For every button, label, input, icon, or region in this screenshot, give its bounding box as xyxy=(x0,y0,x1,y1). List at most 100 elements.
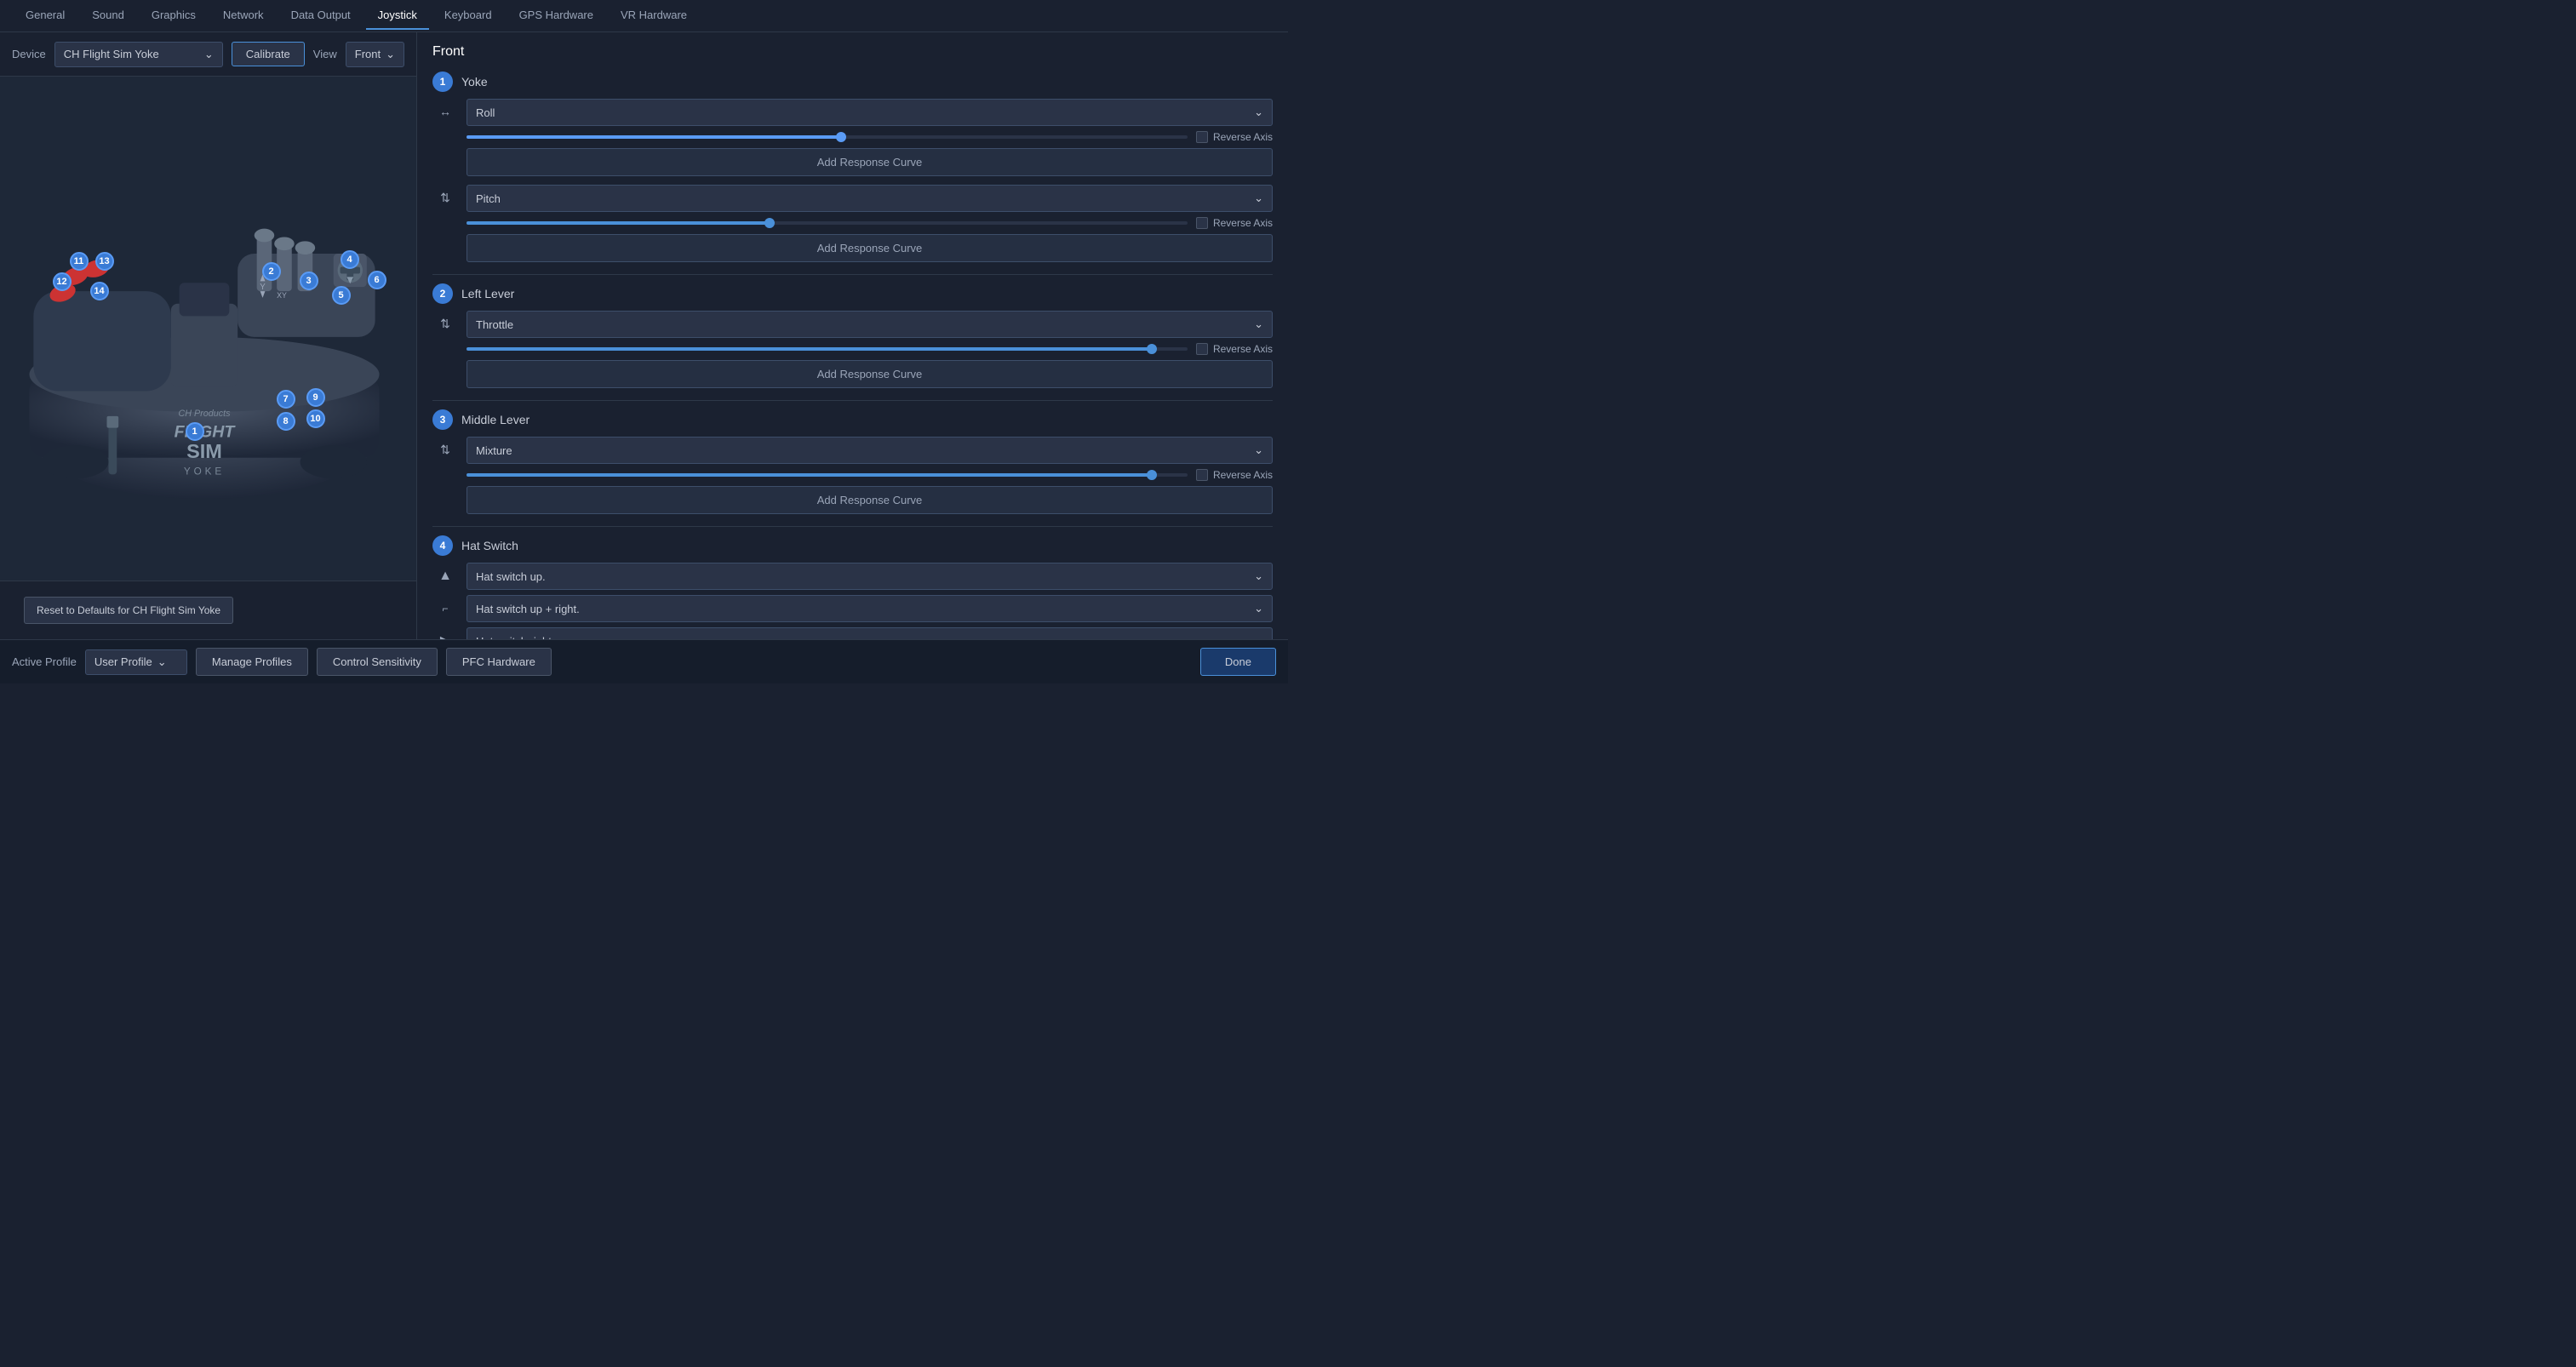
mixture-axis-icon: ⇅ xyxy=(432,438,458,463)
nav-general[interactable]: General xyxy=(14,2,77,30)
hat-upright-dropdown[interactable]: Hat switch up + right. ⌄ xyxy=(467,595,1273,622)
pitch-add-curve-button[interactable]: Add Response Curve xyxy=(467,234,1273,262)
hat-right-icon: ▶ xyxy=(432,628,458,639)
hat-upright-value: Hat switch up + right. xyxy=(476,603,580,615)
pitch-reverse-label: Reverse Axis xyxy=(1213,217,1273,229)
mixture-reverse-axis[interactable]: Reverse Axis xyxy=(1196,469,1273,481)
pitch-axis-row: ⇅ Pitch ⌄ xyxy=(432,185,1273,212)
hat-upright-chevron-icon: ⌄ xyxy=(1254,602,1263,615)
nav-graphics[interactable]: Graphics xyxy=(140,2,208,30)
view-chevron-icon: ⌄ xyxy=(386,48,395,61)
badge-6[interactable]: 6 xyxy=(368,271,386,289)
throttle-axis-icon: ⇅ xyxy=(432,312,458,337)
pitch-slider-track[interactable] xyxy=(467,221,1188,225)
section-middle-lever-title: Middle Lever xyxy=(461,413,530,426)
badge-5[interactable]: 5 xyxy=(332,286,351,305)
joystick-area: CH Products FLIGHT SIM YOKE Y xyxy=(0,77,416,581)
device-select[interactable]: CH Flight Sim Yoke ⌄ xyxy=(54,42,223,67)
throttle-axis-value: Throttle xyxy=(476,318,513,331)
bottom-bar: Active Profile User Profile ⌄ Manage Pro… xyxy=(0,639,1288,684)
badge-1[interactable]: 1 xyxy=(186,422,204,441)
mixture-slider-thumb[interactable] xyxy=(1147,470,1157,480)
badge-10[interactable]: 10 xyxy=(306,409,325,428)
roll-slider-thumb[interactable] xyxy=(836,132,846,142)
divider-1 xyxy=(432,274,1273,275)
badge-13[interactable]: 13 xyxy=(95,252,114,271)
badge-14[interactable]: 14 xyxy=(90,282,109,300)
roll-add-curve-button[interactable]: Add Response Curve xyxy=(467,148,1273,176)
throttle-axis-dropdown[interactable]: Throttle ⌄ xyxy=(467,311,1273,338)
nav-network[interactable]: Network xyxy=(211,2,276,30)
throttle-add-curve-button[interactable]: Add Response Curve xyxy=(467,360,1273,388)
device-chevron-icon: ⌄ xyxy=(204,48,214,61)
pitch-axis-dropdown[interactable]: Pitch ⌄ xyxy=(467,185,1273,212)
device-bar: Device CH Flight Sim Yoke ⌄ Calibrate Vi… xyxy=(0,32,416,77)
throttle-reverse-axis[interactable]: Reverse Axis xyxy=(1196,343,1273,355)
section-middle-lever: 3 Middle Lever ⇅ Mixture ⌄ xyxy=(432,409,1273,514)
hat-up-chevron-icon: ⌄ xyxy=(1254,569,1263,583)
done-button[interactable]: Done xyxy=(1200,648,1276,676)
badge-4[interactable]: 4 xyxy=(341,250,359,269)
throttle-reverse-checkbox[interactable] xyxy=(1196,343,1208,355)
section-left-lever-header: 2 Left Lever xyxy=(432,283,1273,304)
badge-2[interactable]: 2 xyxy=(262,262,281,281)
svg-text:⇅: ⇅ xyxy=(440,317,450,330)
badge-7[interactable]: 7 xyxy=(277,390,295,409)
mixture-axis-dropdown[interactable]: Mixture ⌄ xyxy=(467,437,1273,464)
control-sensitivity-button[interactable]: Control Sensitivity xyxy=(317,648,438,676)
section-hat-num: 4 xyxy=(432,535,453,556)
pitch-reverse-checkbox[interactable] xyxy=(1196,217,1208,229)
yoke-svg: CH Products FLIGHT SIM YOKE Y xyxy=(9,167,400,499)
svg-text:↔: ↔ xyxy=(439,105,451,118)
mixture-reverse-checkbox[interactable] xyxy=(1196,469,1208,481)
section-middle-lever-num: 3 xyxy=(432,409,453,430)
divider-2 xyxy=(432,400,1273,401)
badge-3[interactable]: 3 xyxy=(300,272,318,290)
nav-sound[interactable]: Sound xyxy=(80,2,136,30)
hat-right-dropdown[interactable]: Hat switch right. ⌄ xyxy=(467,627,1273,639)
roll-axis-dropdown[interactable]: Roll ⌄ xyxy=(467,99,1273,126)
mixture-slider-track[interactable] xyxy=(467,473,1188,477)
throttle-slider-row: Reverse Axis xyxy=(467,343,1273,355)
section-yoke-header: 1 Yoke xyxy=(432,71,1273,92)
pitch-reverse-axis[interactable]: Reverse Axis xyxy=(1196,217,1273,229)
hat-up-dropdown[interactable]: Hat switch up. ⌄ xyxy=(467,563,1273,590)
badge-8[interactable]: 8 xyxy=(277,412,295,431)
nav-vr-hardware[interactable]: VR Hardware xyxy=(609,2,699,30)
section-left-lever-title: Left Lever xyxy=(461,287,514,300)
roll-reverse-label: Reverse Axis xyxy=(1213,131,1273,143)
profile-select[interactable]: User Profile ⌄ xyxy=(85,649,187,675)
throttle-slider-thumb[interactable] xyxy=(1147,344,1157,354)
calibrate-button[interactable]: Calibrate xyxy=(232,42,305,66)
badge-9[interactable]: 9 xyxy=(306,388,325,407)
nav-joystick[interactable]: Joystick xyxy=(366,2,429,30)
reset-defaults-button[interactable]: Reset to Defaults for CH Flight Sim Yoke xyxy=(24,597,233,624)
section-yoke: 1 Yoke ↔ Roll ⌄ xyxy=(432,71,1273,262)
left-panel: Device CH Flight Sim Yoke ⌄ Calibrate Vi… xyxy=(0,32,417,639)
roll-reverse-axis[interactable]: Reverse Axis xyxy=(1196,131,1273,143)
view-value: Front xyxy=(355,48,381,60)
mixture-slider-fill xyxy=(467,473,1152,477)
roll-slider-track[interactable] xyxy=(467,135,1188,139)
pitch-slider-thumb[interactable] xyxy=(764,218,775,228)
section-hat-title: Hat Switch xyxy=(461,539,518,552)
badge-11[interactable]: 11 xyxy=(70,252,89,271)
hat-upright-icon: ⌐ xyxy=(432,596,458,621)
section-hat-switch: 4 Hat Switch ▲ Hat switch up. ⌄ ⌐ Hat sw… xyxy=(432,535,1273,639)
pfc-hardware-button[interactable]: PFC Hardware xyxy=(446,648,552,676)
divider-3 xyxy=(432,526,1273,527)
nav-gps-hardware[interactable]: GPS Hardware xyxy=(507,2,605,30)
mixture-axis-value: Mixture xyxy=(476,444,512,457)
mixture-add-curve-button[interactable]: Add Response Curve xyxy=(467,486,1273,514)
view-select[interactable]: Front ⌄ xyxy=(346,42,404,67)
device-value: CH Flight Sim Yoke xyxy=(64,48,159,60)
nav-data-output[interactable]: Data Output xyxy=(279,2,363,30)
throttle-slider-track[interactable] xyxy=(467,347,1188,351)
hat-right-row: ▶ Hat switch right. ⌄ xyxy=(432,627,1273,639)
pitch-axis-value: Pitch xyxy=(476,192,501,205)
roll-slider-row: Reverse Axis xyxy=(467,131,1273,143)
roll-reverse-checkbox[interactable] xyxy=(1196,131,1208,143)
badge-12[interactable]: 12 xyxy=(53,272,72,291)
nav-keyboard[interactable]: Keyboard xyxy=(432,2,504,30)
manage-profiles-button[interactable]: Manage Profiles xyxy=(196,648,308,676)
